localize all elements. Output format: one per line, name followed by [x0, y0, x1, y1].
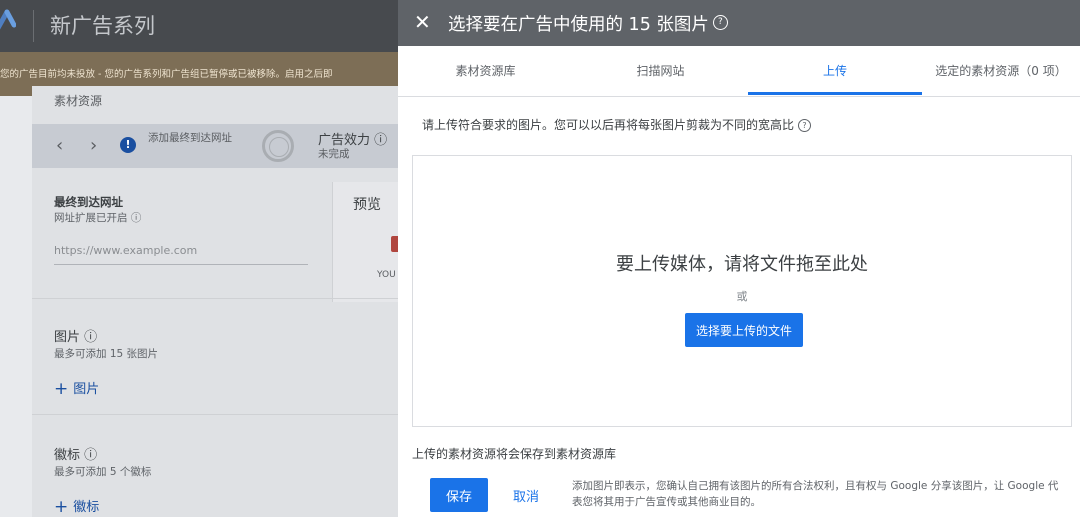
section-title: 素材资源 — [54, 94, 103, 108]
active-tab-indicator — [748, 92, 922, 95]
logos-label: 徽标 ⓘ — [54, 448, 98, 463]
asset-nav-strip: ‹ › ! 添加最终到达网址 广告效力 ⓘ 未完成 — [32, 124, 398, 168]
plus-icon: + — [54, 379, 69, 399]
dialog-header: ✕ 选择要在广告中使用的 15 张图片? — [398, 0, 1080, 46]
header-divider — [33, 10, 34, 42]
divider — [32, 298, 398, 299]
images-label: 图片 ⓘ — [54, 330, 98, 345]
save-button[interactable]: 保存 — [430, 478, 488, 512]
campaign-title: 新广告系列 — [50, 14, 155, 38]
app-header: 新广告系列 — [0, 0, 398, 52]
upload-instruction: 请上传符合要求的图片。您可以以后再将每张图片剪裁为不同的宽高比? — [422, 116, 812, 133]
info-icon: ! — [120, 137, 136, 153]
url-expansion-note: 网址扩展已开启 ⓘ — [54, 212, 142, 224]
google-ads-logo — [0, 9, 16, 30]
choose-files-button[interactable]: 选择要上传的文件 — [685, 313, 803, 347]
chevron-right-icon[interactable]: › — [90, 135, 97, 156]
add-logo-button[interactable]: + 徽标 — [54, 496, 99, 517]
dropzone-or: 或 — [736, 290, 748, 303]
tab-bar: 素材资源库 扫描网站 上传 选定的素材资源（0 项） — [398, 46, 1080, 97]
close-icon[interactable]: ✕ — [414, 10, 431, 34]
divider — [32, 414, 398, 415]
images-limit: 最多可添加 15 张图片 — [54, 348, 159, 360]
tab-asset-library[interactable]: 素材资源库 — [398, 46, 573, 96]
input-underline — [54, 264, 308, 265]
tab-selected-assets[interactable]: 选定的素材资源（0 项） — [922, 46, 1080, 96]
preview-label: 预览 — [353, 197, 381, 213]
help-icon[interactable]: ? — [712, 15, 728, 30]
ad-strength-value: 未完成 — [318, 148, 350, 160]
preview-thumbnail — [391, 236, 398, 252]
assets-card: 素材资源 ‹ › ! 添加最终到达网址 广告效力 ⓘ 未完成 最终到达网址 网址… — [32, 86, 398, 517]
background-page: 新广告系列 您的广告目前均未投放 - 您的广告系列和广告组已暂停或已被移除。启用… — [0, 0, 398, 517]
legal-notice: 添加图片即表示，您确认自己拥有该图片的所有合法权利，且有权与 Google 分享… — [572, 480, 1059, 508]
help-icon[interactable]: ? — [798, 119, 812, 132]
ad-strength-ring-icon — [262, 130, 294, 162]
saved-to-library-note: 上传的素材资源将会保存到素材资源库 — [412, 447, 617, 461]
tab-upload[interactable]: 上传 — [748, 46, 922, 96]
plus-icon: + — [54, 497, 69, 517]
preview-panel: 预览 YOU — [332, 182, 398, 302]
tab-scan-website[interactable]: 扫描网站 — [573, 46, 748, 96]
dropzone-title: 要上传媒体，请将文件拖至此处 — [616, 254, 868, 275]
add-image-button[interactable]: + 图片 — [54, 378, 99, 399]
final-url-label: 最终到达网址 — [54, 195, 123, 209]
cancel-button[interactable]: 取消 — [506, 478, 546, 512]
preview-snippet: YOU — [377, 270, 396, 280]
banner-text: 您的广告目前均未投放 - 您的广告系列和广告组已暂停或已被移除。启用之后即 — [0, 69, 333, 80]
add-final-url-link[interactable]: 添加最终到达网址 — [148, 131, 238, 145]
chevron-left-icon[interactable]: ‹ — [56, 135, 63, 156]
dialog-title: 选择要在广告中使用的 15 张图片? — [448, 11, 728, 36]
logos-limit: 最多可添加 5 个徽标 — [54, 466, 152, 478]
upload-dropzone[interactable]: 要上传媒体，请将文件拖至此处 或 选择要上传的文件 — [412, 155, 1072, 427]
final-url-input[interactable]: https://www.example.com — [54, 244, 197, 257]
image-picker-dialog: ✕ 选择要在广告中使用的 15 张图片? 素材资源库 扫描网站 上传 选定的素材… — [398, 0, 1080, 517]
